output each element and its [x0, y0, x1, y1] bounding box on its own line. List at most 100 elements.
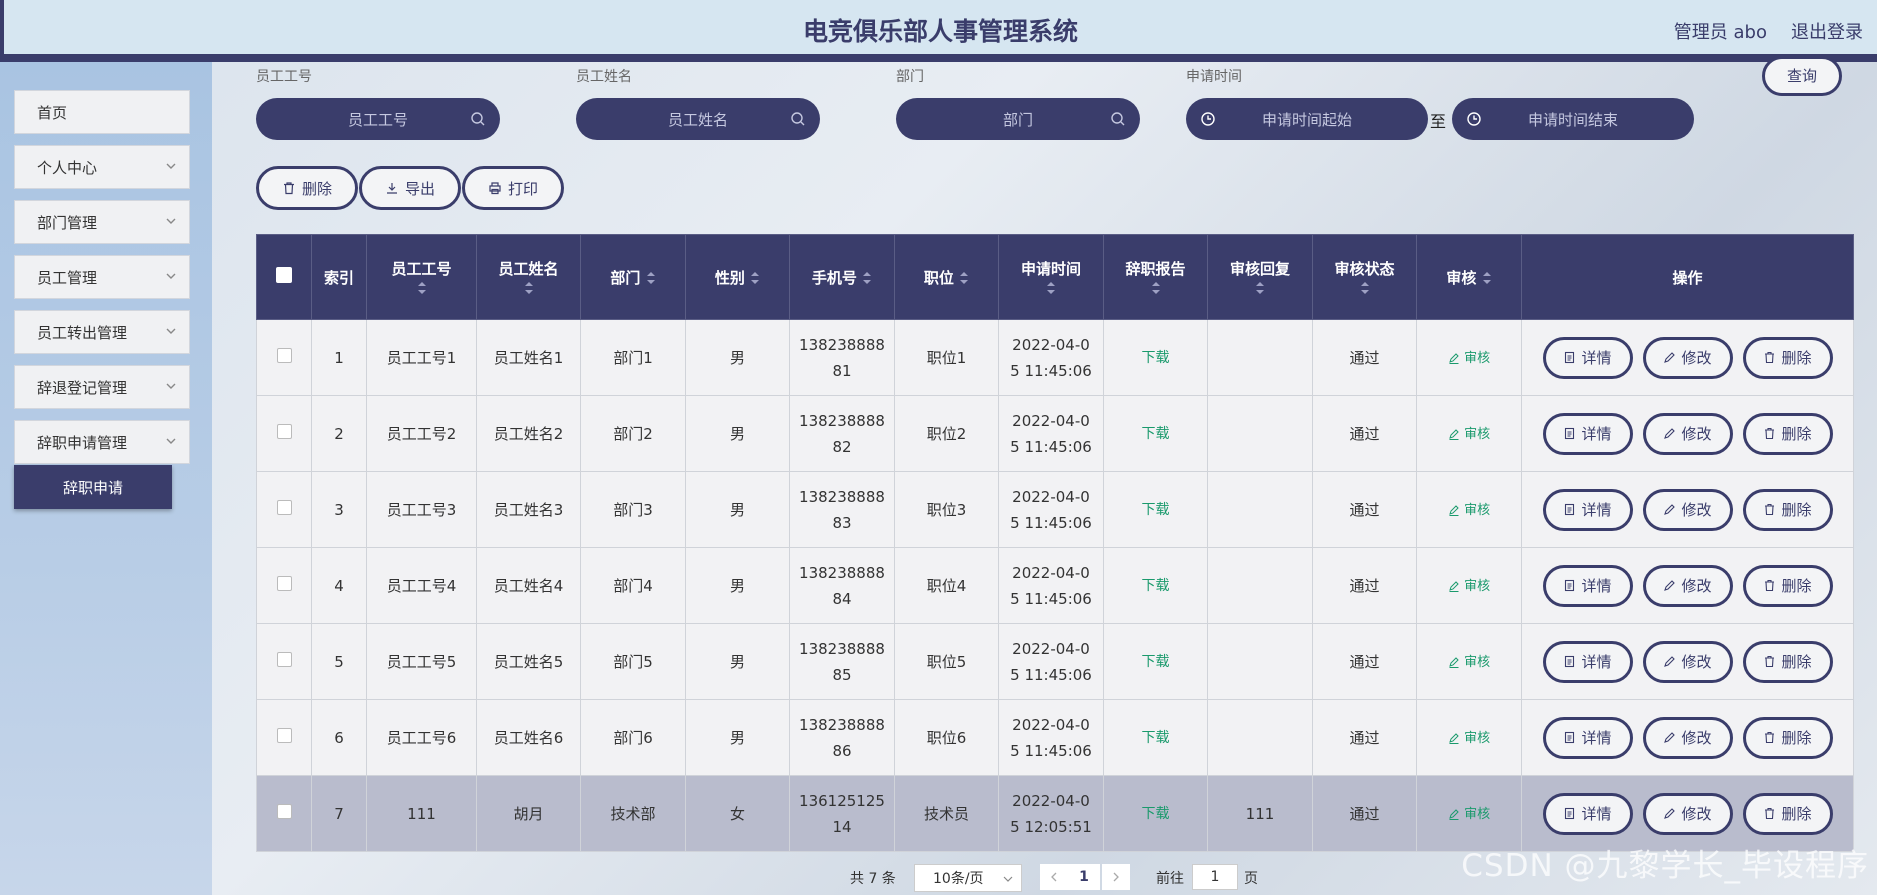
table-row[interactable]: 1 员工工号1 员工姓名1 部门1 男 138238888 81 职位1 2022-04-0 5 …: [256, 319, 1854, 396]
cell-select[interactable]: [256, 699, 312, 776]
header-gender[interactable]: 性别: [685, 234, 790, 320]
sort-icon[interactable]: [1151, 281, 1161, 295]
sidebar-item-home[interactable]: 首页: [14, 90, 190, 134]
detail-button[interactable]: 详情: [1542, 488, 1633, 531]
audit-link[interactable]: 审核: [1448, 351, 1490, 366]
row-checkbox[interactable]: [276, 347, 292, 363]
audit-link[interactable]: 审核: [1448, 655, 1490, 670]
detail-button[interactable]: 详情: [1542, 640, 1633, 683]
sidebar-item-transfer[interactable]: 员工转出管理: [14, 310, 190, 354]
sort-icon[interactable]: [524, 281, 534, 295]
download-report-link[interactable]: 下载: [1142, 578, 1170, 594]
detail-button[interactable]: 详情: [1542, 564, 1633, 607]
detail-button[interactable]: 详情: [1542, 716, 1633, 759]
edit-button[interactable]: 修改: [1642, 336, 1733, 379]
emp-no-search-input[interactable]: 员工工号: [256, 98, 500, 140]
detail-button[interactable]: 详情: [1542, 336, 1633, 379]
submenu-item-resignation-apply[interactable]: 辞职申请: [14, 465, 172, 509]
download-report-link[interactable]: 下载: [1142, 426, 1170, 442]
sidebar-item-dismissal[interactable]: 辞退登记管理: [14, 365, 190, 409]
edit-button[interactable]: 修改: [1642, 640, 1733, 683]
audit-link[interactable]: 审核: [1448, 731, 1490, 746]
sort-icon[interactable]: [1046, 281, 1056, 295]
sort-icon[interactable]: [750, 271, 760, 285]
sort-icon[interactable]: [862, 271, 872, 285]
apply-time-start-input[interactable]: 申请时间起始: [1186, 98, 1428, 140]
table-row[interactable]: 5 员工工号5 员工姓名5 部门5 男 138238888 85 职位5 2022-04-0 5 …: [256, 623, 1854, 700]
next-page-button[interactable]: [1102, 864, 1130, 890]
audit-link[interactable]: 审核: [1448, 503, 1490, 518]
dept-search-input[interactable]: 部门: [896, 98, 1140, 140]
row-checkbox[interactable]: [276, 499, 292, 515]
download-report-link[interactable]: 下载: [1142, 654, 1170, 670]
header-select-all[interactable]: [256, 234, 312, 320]
batch-delete-button[interactable]: 删除: [256, 166, 358, 210]
table-row[interactable]: 4 员工工号4 员工姓名4 部门4 男 138238888 84 职位4 2022-04-0 5 …: [256, 547, 1854, 624]
page-size-select[interactable]: 10条/页: [914, 864, 1022, 892]
table-row[interactable]: 3 员工工号3 员工姓名3 部门3 男 138238888 83 职位3 2022-04-0 5 …: [256, 471, 1854, 548]
sidebar-item-department[interactable]: 部门管理: [14, 200, 190, 244]
delete-button[interactable]: 删除: [1742, 488, 1833, 531]
download-report-link[interactable]: 下载: [1142, 502, 1170, 518]
table-row[interactable]: 6 员工工号6 员工姓名6 部门6 男 138238888 86 职位6 2022-04-0 5 …: [256, 699, 1854, 776]
cell-select[interactable]: [256, 775, 312, 852]
delete-button[interactable]: 删除: [1742, 792, 1833, 835]
header-phone[interactable]: 手机号: [789, 234, 895, 320]
header-audit[interactable]: 审核: [1416, 234, 1522, 320]
audit-link[interactable]: 审核: [1448, 427, 1490, 442]
row-checkbox[interactable]: [276, 803, 292, 819]
delete-button[interactable]: 删除: [1742, 716, 1833, 759]
audit-link[interactable]: 审核: [1448, 807, 1490, 822]
query-button[interactable]: 查询: [1762, 56, 1842, 96]
sort-icon[interactable]: [646, 271, 656, 285]
edit-button[interactable]: 修改: [1642, 792, 1733, 835]
sidebar-item-employee[interactable]: 员工管理: [14, 255, 190, 299]
header-emp-no[interactable]: 员工工号: [366, 234, 477, 320]
sort-icon[interactable]: [1255, 281, 1265, 295]
print-button[interactable]: 打印: [462, 166, 564, 210]
edit-button[interactable]: 修改: [1642, 564, 1733, 607]
select-all-checkbox[interactable]: [276, 267, 292, 283]
row-checkbox[interactable]: [276, 651, 292, 667]
sidebar-item-resignation[interactable]: 辞职申请管理: [14, 420, 190, 464]
emp-name-search-input[interactable]: 员工姓名: [576, 98, 820, 140]
export-button[interactable]: 导出: [359, 166, 461, 210]
detail-button[interactable]: 详情: [1542, 792, 1633, 835]
header-dept[interactable]: 部门: [580, 234, 686, 320]
header-reply[interactable]: 审核回复: [1207, 234, 1313, 320]
delete-button[interactable]: 删除: [1742, 412, 1833, 455]
cell-select[interactable]: [256, 623, 312, 700]
audit-link[interactable]: 审核: [1448, 579, 1490, 594]
edit-button[interactable]: 修改: [1642, 716, 1733, 759]
row-checkbox[interactable]: [276, 575, 292, 591]
table-row[interactable]: 2 员工工号2 员工姓名2 部门2 男 138238888 82 职位2 2022-04-0 5 …: [256, 395, 1854, 472]
header-report[interactable]: 辞职报告: [1103, 234, 1208, 320]
sort-icon[interactable]: [1360, 281, 1370, 295]
cell-select[interactable]: [256, 547, 312, 624]
cell-select[interactable]: [256, 319, 312, 396]
header-position[interactable]: 职位: [894, 234, 999, 320]
header-apply-time[interactable]: 申请时间: [998, 234, 1104, 320]
row-checkbox[interactable]: [276, 423, 292, 439]
sort-icon[interactable]: [959, 271, 969, 285]
sort-icon[interactable]: [1482, 271, 1492, 285]
delete-button[interactable]: 删除: [1742, 336, 1833, 379]
delete-button[interactable]: 删除: [1742, 564, 1833, 607]
edit-button[interactable]: 修改: [1642, 412, 1733, 455]
header-status[interactable]: 审核状态: [1312, 234, 1417, 320]
sort-icon[interactable]: [417, 281, 427, 295]
edit-button[interactable]: 修改: [1642, 488, 1733, 531]
logout-link[interactable]: 退出登录: [1791, 18, 1863, 44]
prev-page-button[interactable]: [1040, 864, 1068, 890]
download-report-link[interactable]: 下载: [1142, 350, 1170, 366]
delete-button[interactable]: 删除: [1742, 640, 1833, 683]
download-report-link[interactable]: 下载: [1142, 730, 1170, 746]
goto-page-input[interactable]: 1: [1192, 864, 1238, 890]
apply-time-end-input[interactable]: 申请时间结束: [1452, 98, 1694, 140]
row-checkbox[interactable]: [276, 727, 292, 743]
header-emp-name[interactable]: 员工姓名: [476, 234, 581, 320]
page-number-current[interactable]: 1: [1068, 864, 1100, 890]
cell-select[interactable]: [256, 471, 312, 548]
sidebar-item-personal-center[interactable]: 个人中心: [14, 145, 190, 189]
detail-button[interactable]: 详情: [1542, 412, 1633, 455]
